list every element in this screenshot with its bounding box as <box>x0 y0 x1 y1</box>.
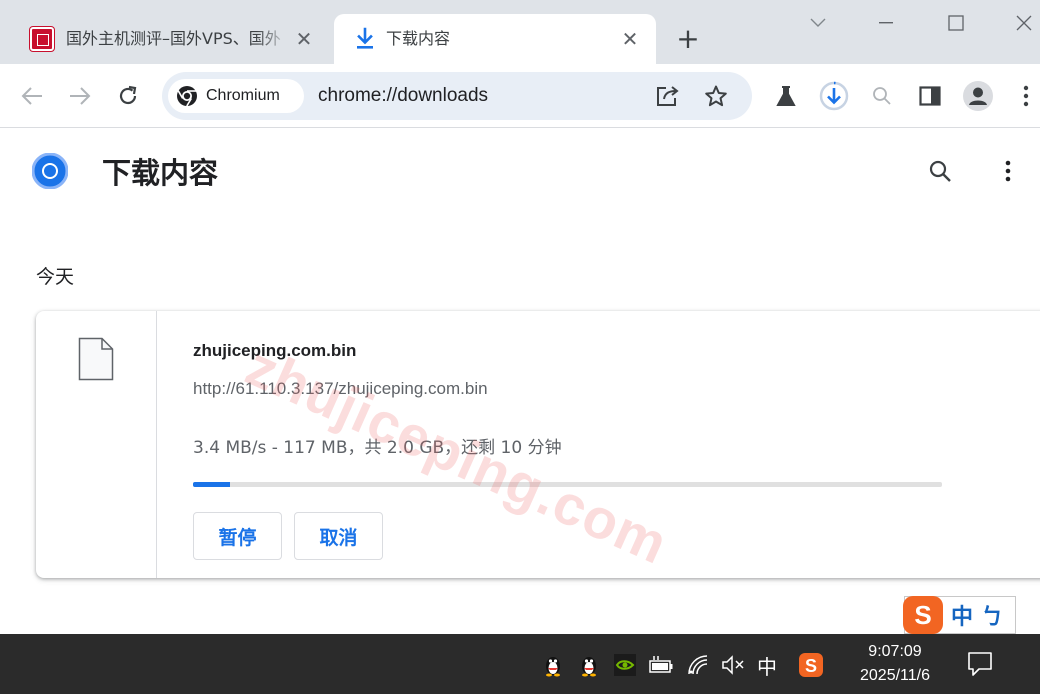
close-icon[interactable]: ✕ <box>618 27 642 51</box>
ime-mode-toggle[interactable]: 中 <box>951 599 973 631</box>
avatar-icon <box>963 81 993 111</box>
svg-text:S: S <box>805 656 817 676</box>
penguin-icon <box>546 657 560 677</box>
new-tab-button[interactable]: + <box>672 24 704 56</box>
tab-title: 国外主机测评–国外VPS、国外 <box>66 29 281 48</box>
arrow-right-icon <box>70 87 91 105</box>
taskbar: 中 S 9:07:09 2025/11/6 <box>0 634 1040 694</box>
file-source-url[interactable]: http://61.110.3.137/zhujiceping.com.bin <box>193 379 488 399</box>
volume-muted-icon <box>722 655 744 675</box>
forward-button[interactable] <box>62 78 98 114</box>
downloads-header: 下载内容 <box>0 129 1040 219</box>
menu-button[interactable] <box>1008 78 1040 114</box>
url-text[interactable]: chrome://downloads <box>318 85 488 107</box>
chromium-icon <box>177 86 197 107</box>
nvidia-icon <box>614 654 636 676</box>
bookmark-button[interactable] <box>698 78 734 114</box>
minimize-button[interactable] <box>864 8 908 38</box>
toolbar: Chromium chrome://downloads <box>0 64 1040 128</box>
close-icon <box>1016 15 1032 31</box>
more-vert-icon <box>1023 85 1029 107</box>
battery-tray-icon[interactable] <box>648 652 674 678</box>
arrow-left-icon <box>21 87 42 105</box>
clock-time: 9:07:09 <box>868 643 922 660</box>
zoom-button[interactable] <box>864 78 900 114</box>
sogou-tray-icon[interactable]: S <box>798 652 824 678</box>
more-vert-icon <box>1005 160 1011 182</box>
file-name-link[interactable]: zhujiceping.com.bin <box>193 341 356 361</box>
sogou-logo[interactable]: S <box>903 596 943 634</box>
qq-tray-icon-2[interactable] <box>576 652 602 678</box>
ime-toolbar[interactable]: S 中 ㄅ <box>903 596 1016 634</box>
reload-icon <box>119 85 137 105</box>
site-chip-label: Chromium <box>206 87 280 104</box>
file-icon <box>78 337 114 381</box>
tab-strip: 国外主机测评–国外VPS、国外 ✕ 下载内容 ✕ + <box>0 0 1040 64</box>
penguin-icon <box>582 657 596 677</box>
tab-title: 下载内容 <box>386 29 451 48</box>
site-seal-icon <box>30 27 54 51</box>
share-icon <box>657 86 679 106</box>
chevron-down-icon <box>810 18 826 27</box>
minimize-icon <box>879 22 893 24</box>
labs-button[interactable] <box>768 78 804 114</box>
search-downloads-button[interactable] <box>922 153 958 189</box>
download-progress-bar <box>193 482 942 487</box>
download-status: 3.4 MB/s - 117 MB，共 2.0 GB，还剩 10 分钟 <box>193 438 562 458</box>
tab-search-button[interactable] <box>796 8 840 38</box>
tab-zhujiceping[interactable]: 国外主机测评–国外VPS、国外 ✕ <box>14 14 330 64</box>
cancel-button[interactable]: 取消 <box>294 512 383 560</box>
qq-tray-icon-1[interactable] <box>540 652 566 678</box>
nvidia-tray-icon[interactable] <box>612 652 638 678</box>
share-button[interactable] <box>650 78 686 114</box>
side-panel-icon <box>919 86 941 106</box>
downloads-button[interactable] <box>816 78 852 114</box>
download-progress-fill <box>193 482 231 487</box>
date-group-label: 今天 <box>36 266 75 288</box>
side-panel-button[interactable] <box>912 78 948 114</box>
profile-button[interactable] <box>960 78 996 114</box>
window-close-button[interactable] <box>1002 8 1040 38</box>
tab-downloads[interactable]: 下载内容 ✕ <box>334 14 656 64</box>
maximize-button[interactable] <box>934 8 978 38</box>
reload-button[interactable] <box>110 78 146 114</box>
sogou-icon: S <box>799 653 823 677</box>
star-icon <box>705 85 727 107</box>
notification-center-button[interactable] <box>966 650 996 678</box>
download-progress-icon <box>819 81 849 111</box>
clock-date: 2025/11/6 <box>860 667 930 684</box>
chromium-logo-icon <box>32 153 68 189</box>
download-icon <box>357 27 373 49</box>
page-title: 下载内容 <box>102 156 219 190</box>
network-tray-icon[interactable] <box>686 652 712 678</box>
system-clock[interactable]: 9:07:09 2025/11/6 <box>840 640 950 688</box>
battery-charging-icon <box>649 656 673 673</box>
wifi-icon <box>688 655 708 675</box>
omnibox[interactable]: Chromium chrome://downloads <box>162 72 752 120</box>
back-button[interactable] <box>14 78 50 114</box>
site-info-chip[interactable]: Chromium <box>168 79 304 113</box>
close-icon[interactable]: ✕ <box>292 27 316 51</box>
search-icon <box>929 160 951 182</box>
flask-icon <box>776 86 796 106</box>
download-item: zhujiceping.com.bin http://61.110.3.137/… <box>36 311 1040 578</box>
maximize-icon <box>948 15 964 31</box>
ime-punctuation-toggle[interactable]: ㄅ <box>981 599 1003 631</box>
ime-indicator[interactable]: 中 <box>754 652 780 679</box>
volume-tray-icon[interactable] <box>720 652 746 678</box>
search-icon <box>873 87 891 105</box>
file-icon-column <box>36 311 157 578</box>
downloads-menu-button[interactable] <box>990 153 1026 189</box>
notification-icon <box>968 652 992 676</box>
pause-button[interactable]: 暂停 <box>193 512 282 560</box>
